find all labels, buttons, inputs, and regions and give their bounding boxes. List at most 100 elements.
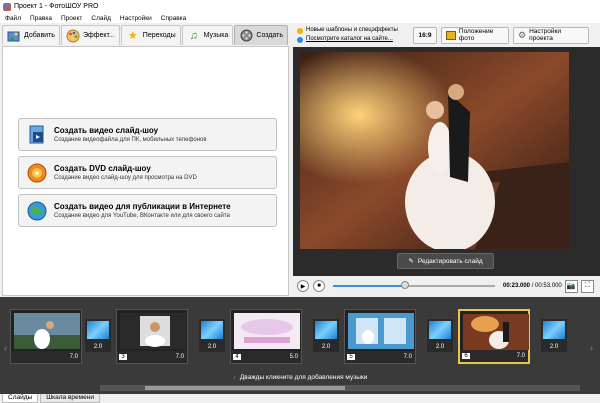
- create-web-title: Создать видео для публикации в Интернете: [54, 202, 231, 211]
- scrollbar-thumb[interactable]: [145, 386, 345, 390]
- seek-remaining: [405, 285, 495, 287]
- transition-thumbnail[interactable]: 2.0: [313, 319, 339, 352]
- slide-thumbnail[interactable]: 7.0: [10, 309, 82, 364]
- promo-links: Новые шаблоны и спецэффекты Посмотрите к…: [292, 26, 409, 44]
- photo-position-button[interactable]: Положение фото: [441, 26, 509, 44]
- transition-preview: [87, 321, 109, 339]
- tab-transitions-label: Переходы: [142, 32, 176, 39]
- slide-thumbnail[interactable]: 3 7.0: [116, 309, 188, 364]
- slide-duration: 7.0: [175, 354, 184, 360]
- create-panel: Создать видео слайд-шоу Создание видеофа…: [2, 46, 289, 296]
- create-web-subtitle: Создание видео для YouTube, ВКонтакте ил…: [54, 213, 230, 219]
- slide-image: [14, 313, 80, 349]
- music-track[interactable]: ♪ Дважды кликните для добавления музыки: [0, 372, 600, 382]
- transition-thumbnail[interactable]: 2.0: [85, 319, 111, 352]
- transition-duration: 2.0: [321, 344, 331, 350]
- star-icon: [297, 27, 303, 34]
- video-file-icon: [26, 124, 48, 146]
- play-button[interactable]: ▶: [297, 280, 309, 292]
- stop-button[interactable]: ■: [313, 280, 325, 292]
- snapshot-button[interactable]: 📷: [564, 279, 578, 293]
- templates-link[interactable]: Новые шаблоны и спецэффекты: [297, 26, 409, 35]
- total-time: 00:53.000: [535, 283, 562, 289]
- view-tabs: Слайды Шкала времени: [0, 394, 600, 403]
- menu-project[interactable]: Проект: [61, 15, 82, 22]
- tab-add-label: Добавить: [24, 32, 55, 39]
- main-tabs: Добавить Эффект... ★ Переходы ♫ Музыка С…: [2, 24, 289, 46]
- timeline-scrollbar[interactable]: [100, 385, 580, 391]
- slide-thumbnail[interactable]: 5 7.0: [344, 309, 416, 364]
- tab-create-label: Создать: [256, 32, 284, 39]
- title-bar: Проект 1 - ФотоШОУ PRO: [0, 0, 600, 13]
- scroll-left-icon[interactable]: ‹: [4, 343, 7, 353]
- menu-help[interactable]: Справка: [161, 15, 187, 22]
- transition-thumbnail[interactable]: 2.0: [427, 319, 453, 352]
- transition-duration: 2.0: [549, 344, 559, 350]
- fullscreen-button[interactable]: ⛶: [580, 279, 594, 293]
- star-icon: ★: [127, 30, 138, 42]
- tab-timeline[interactable]: Шкала времени: [40, 394, 100, 403]
- tab-effects-label: Эффект...: [82, 32, 115, 39]
- menu-file[interactable]: Файл: [5, 15, 21, 22]
- transition-thumbnail[interactable]: 2.0: [199, 319, 225, 352]
- tab-create[interactable]: Создать: [234, 25, 289, 45]
- menu-bar: Файл Правка Проект Слайд Настройки Справ…: [0, 13, 600, 23]
- slide-image: [463, 314, 529, 350]
- transition-preview: [429, 321, 451, 339]
- create-dvd-subtitle: Создание видео слайд-шоу для просмотра н…: [54, 175, 197, 181]
- seek-handle[interactable]: [401, 281, 409, 289]
- current-time: 00:23.000: [503, 283, 531, 289]
- music-note-icon: ♫: [189, 29, 198, 42]
- tab-music-label: Музыка: [203, 32, 229, 39]
- create-dvd-title: Создать DVD слайд-шоу: [54, 164, 151, 173]
- slide-image: [234, 313, 300, 349]
- catalog-link[interactable]: Посмотрите каталог на сайте...: [297, 35, 409, 44]
- tab-slides[interactable]: Слайды: [2, 394, 39, 403]
- music-add-icon: ♪: [232, 373, 236, 381]
- globe-icon: [26, 200, 48, 222]
- preview-toolbar: Новые шаблоны и спецэффекты Посмотрите к…: [292, 24, 600, 46]
- time-separator: /: [531, 283, 534, 289]
- add-photo-icon: [7, 29, 21, 43]
- create-video-subtitle: Создание видеофайла для ПК, мобильных те…: [54, 137, 207, 143]
- slide-duration: 7.0: [69, 354, 78, 360]
- slide-duration: 5.0: [289, 354, 298, 360]
- menu-slide[interactable]: Слайд: [91, 15, 111, 22]
- menu-edit[interactable]: Правка: [30, 15, 52, 22]
- photo-position-icon: [446, 30, 456, 40]
- tab-effects[interactable]: Эффект...: [60, 25, 120, 45]
- menu-settings[interactable]: Настройки: [120, 15, 152, 22]
- create-video-button[interactable]: Создать видео слайд-шоу Создание видеофа…: [18, 118, 277, 151]
- transition-duration: 2.0: [93, 344, 103, 350]
- transition-duration: 2.0: [207, 344, 217, 350]
- transition-preview: [201, 321, 223, 339]
- play-icon: ▶: [300, 283, 306, 290]
- tab-transitions[interactable]: ★ Переходы: [120, 25, 181, 45]
- slide-image: [120, 313, 186, 349]
- palette-icon: [66, 29, 80, 43]
- slide-number: 5: [347, 354, 355, 360]
- music-hint: Дважды кликните для добавления музыки: [239, 373, 368, 381]
- timecode: 00:23.000 / 00:53.000: [503, 283, 562, 289]
- aspect-ratio-button[interactable]: 16:9: [413, 26, 437, 44]
- tab-add[interactable]: Добавить: [2, 25, 60, 45]
- dvd-disc-icon: [26, 162, 48, 184]
- camera-icon: 📷: [566, 283, 576, 290]
- slide-number: 3: [119, 354, 127, 360]
- app-icon: [3, 2, 11, 11]
- tab-music[interactable]: ♫ Музыка: [181, 25, 234, 45]
- edit-slide-button[interactable]: ✎ Редактировать слайд: [397, 253, 494, 269]
- slide-number: 6: [462, 353, 470, 359]
- transition-preview: [315, 321, 337, 339]
- slide-timeline: ‹ › 7.0 2.0 3 7.0 2.0 4 5.0 2.0 5 7.0 2.0 6…: [0, 297, 600, 394]
- slide-thumbnail-selected[interactable]: 6 7.0: [458, 309, 530, 364]
- transition-thumbnail[interactable]: 2.0: [541, 319, 567, 352]
- transition-duration: 2.0: [435, 344, 445, 350]
- seek-slider[interactable]: [333, 281, 495, 289]
- create-web-button[interactable]: Создать видео для публикации в Интернете…: [18, 194, 277, 227]
- create-dvd-button[interactable]: Создать DVD слайд-шоу Создание видео сла…: [18, 156, 277, 189]
- scroll-right-icon[interactable]: ›: [590, 343, 593, 353]
- wedding-photo-preview: [300, 52, 569, 249]
- project-settings-button[interactable]: ⚙ Настройки проекта: [513, 26, 589, 44]
- slide-thumbnail[interactable]: 4 5.0: [230, 309, 302, 364]
